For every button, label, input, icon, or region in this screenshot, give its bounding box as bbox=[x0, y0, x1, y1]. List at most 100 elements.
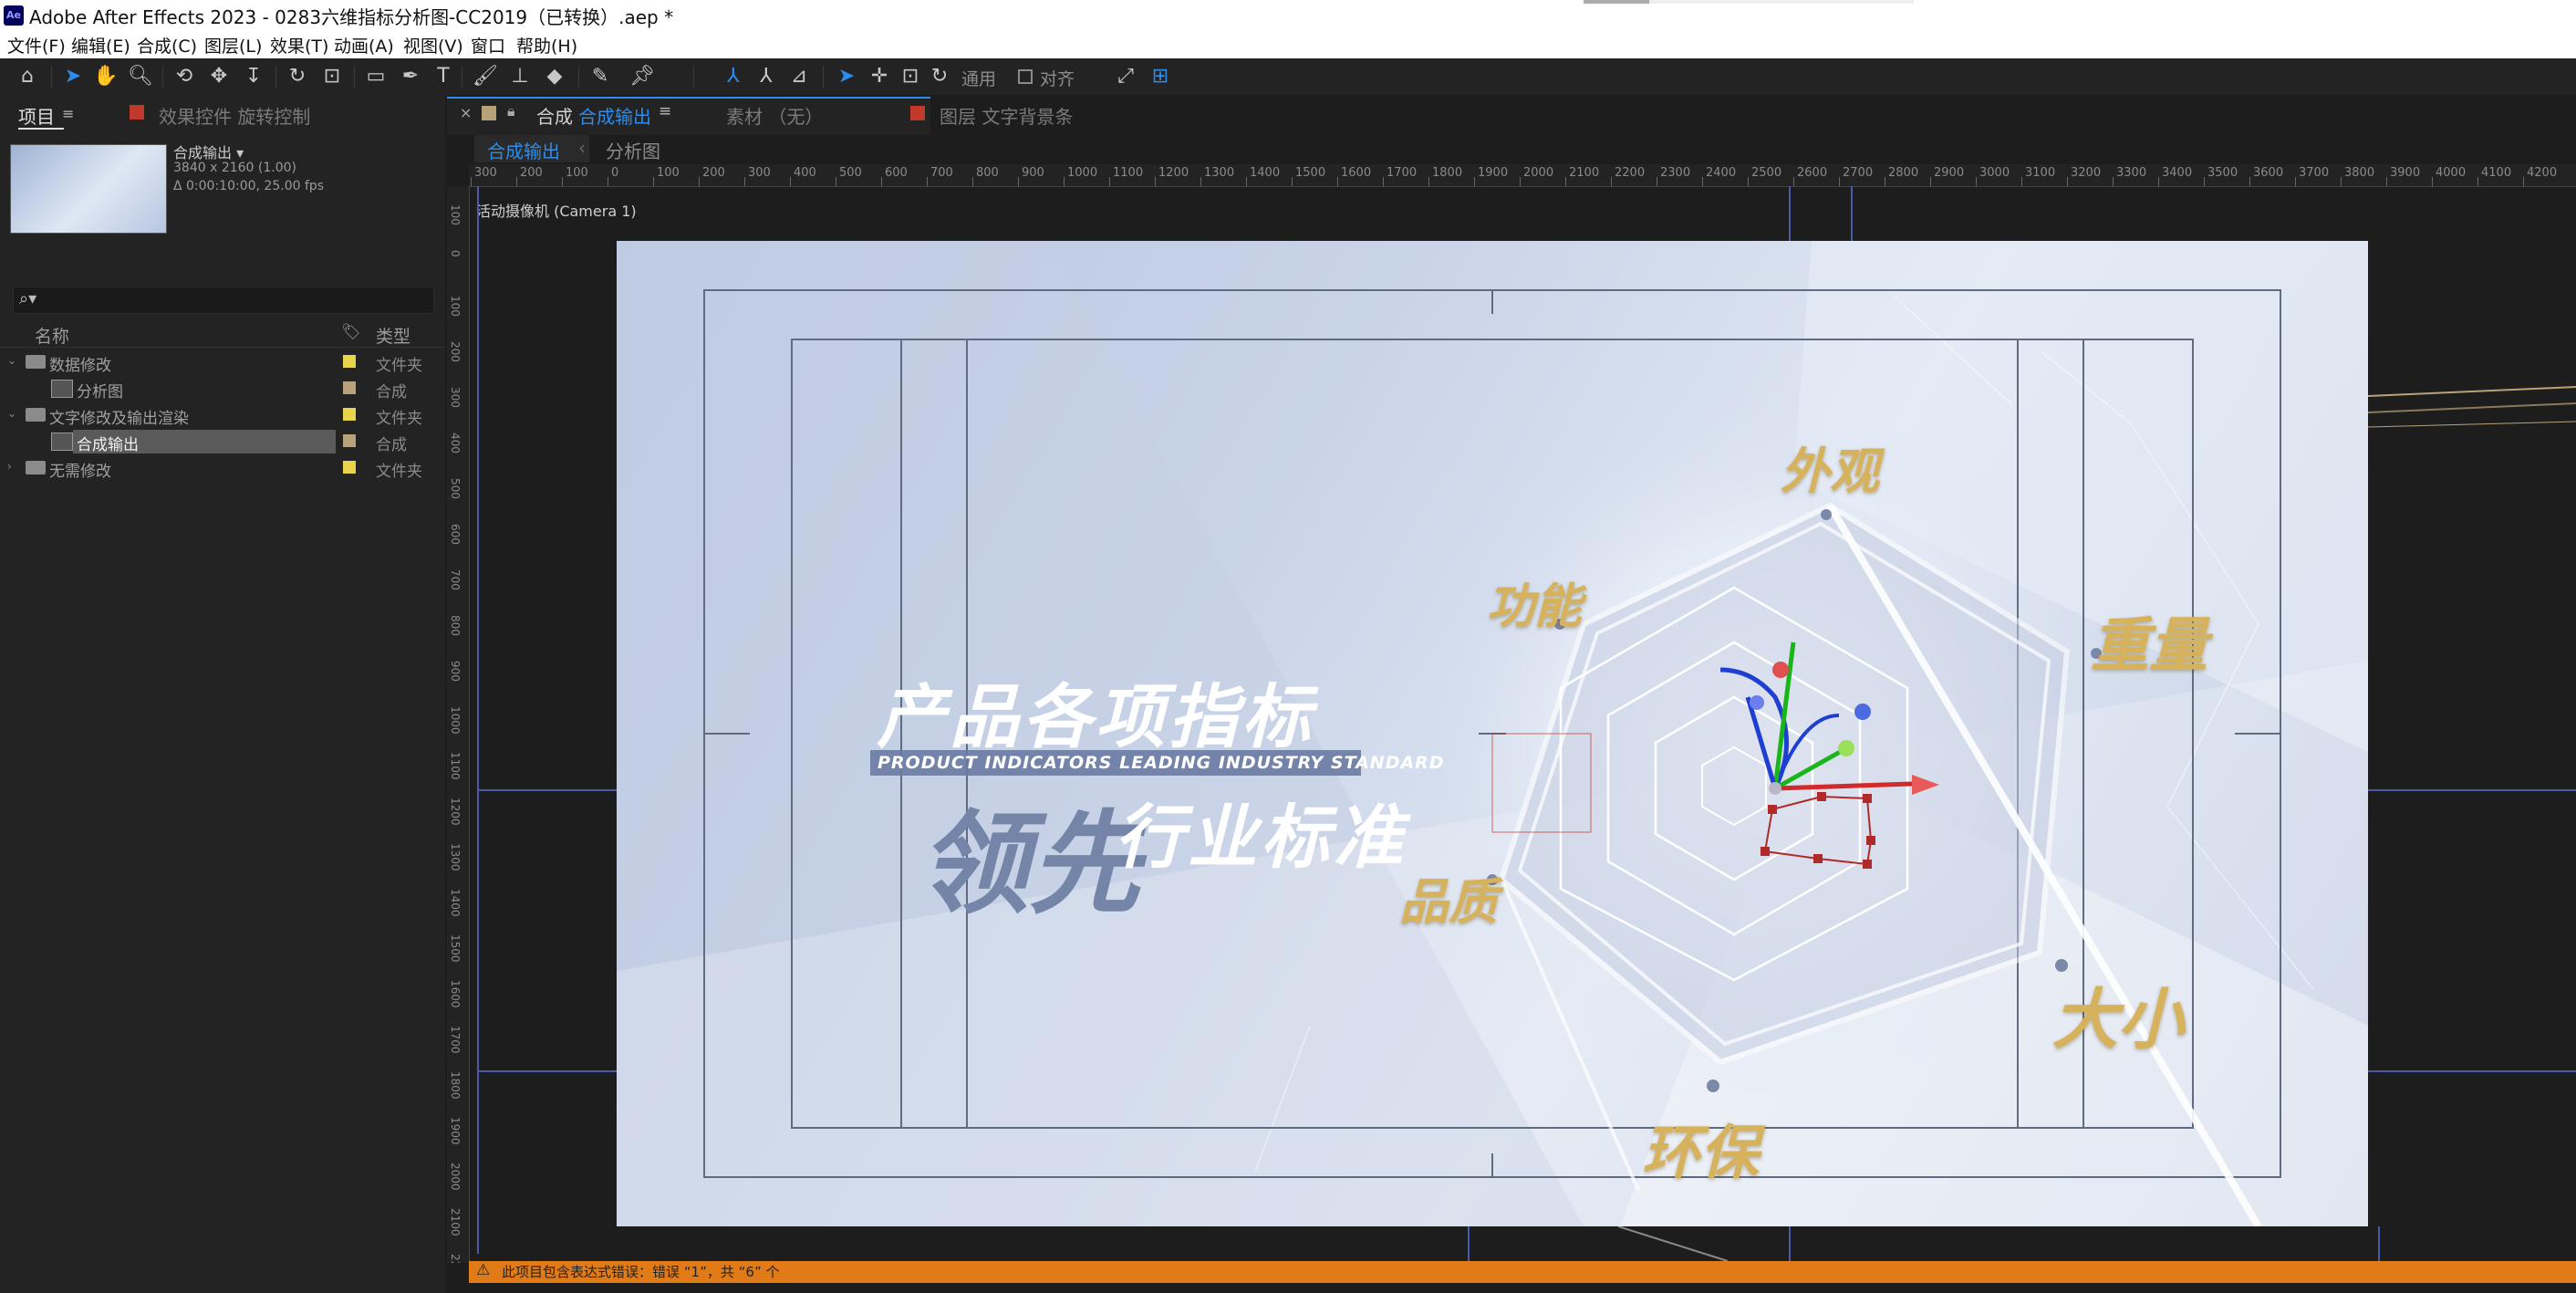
roto-brush-icon[interactable]: ✎ bbox=[587, 64, 613, 89]
expand-chevron-icon[interactable]: ⌄ bbox=[7, 354, 16, 367]
list-item[interactable]: 分析图 合成 bbox=[0, 377, 427, 401]
list-item-selected[interactable]: 合成输出 合成 bbox=[0, 430, 427, 454]
menu-composition[interactable]: 合成(C) bbox=[137, 33, 197, 57]
menu-edit[interactable]: 编辑(E) bbox=[71, 33, 130, 57]
brush-tool-icon[interactable]: 🖌︎ bbox=[473, 64, 498, 89]
expand-chevron-icon[interactable]: ⌄ bbox=[7, 407, 16, 420]
pan-camera-icon[interactable]: ✥ bbox=[206, 64, 232, 89]
list-item[interactable]: › 无需修改 文件夹 bbox=[0, 456, 427, 481]
expand-chevron-icon[interactable]: › bbox=[7, 460, 12, 473]
hand-tool-icon[interactable]: ✋ bbox=[93, 64, 119, 89]
ruler-tick-label: 200 bbox=[520, 166, 543, 180]
project-search-input[interactable]: ⌕▾ bbox=[13, 287, 434, 314]
list-item[interactable]: ⌄ 数据修改 文件夹 bbox=[0, 350, 427, 375]
world-axis-icon[interactable]: ⅄ bbox=[753, 64, 779, 89]
column-type-header[interactable]: 类型 bbox=[376, 323, 410, 348]
ruler-tick-label: 3300 bbox=[2116, 166, 2147, 180]
snap-target-icon[interactable]: ⊞ bbox=[1148, 64, 1173, 89]
snap-options-icon[interactable]: ⤢ bbox=[1113, 64, 1138, 89]
close-tab-icon[interactable]: × bbox=[460, 104, 472, 121]
move-tool-icon[interactable]: ✛ bbox=[867, 64, 892, 89]
label-tag-icon[interactable]: 🏷︎ bbox=[341, 323, 361, 341]
tab-footage[interactable]: 素材 （无） bbox=[726, 102, 823, 129]
selection-tool-icon[interactable]: ➤ bbox=[60, 64, 86, 89]
column-name-header[interactable]: 名称 bbox=[35, 323, 69, 348]
label-function: 功能 bbox=[1487, 579, 1583, 634]
type-tool-icon[interactable]: T bbox=[431, 64, 456, 89]
ruler-tick-label: 2200 bbox=[449, 1254, 462, 1263]
view-axis-icon[interactable]: ⊿ bbox=[786, 64, 812, 89]
lock-icon[interactable]: 🔒︎ bbox=[507, 102, 515, 120]
header-divider bbox=[0, 347, 445, 348]
ruler-tick-label: 2100 bbox=[1569, 166, 1600, 180]
snap-checkbox[interactable] bbox=[1018, 69, 1033, 84]
panel-menu-icon[interactable]: ≡ bbox=[62, 105, 74, 122]
breadcrumb-analysis[interactable]: 分析图 bbox=[606, 137, 660, 163]
selected-item-name: 合成输出 ▾ bbox=[173, 144, 244, 162]
list-item[interactable]: ⌄ 文字修改及输出渲染 文件夹 bbox=[0, 403, 427, 428]
clone-stamp-icon[interactable]: ⊥ bbox=[507, 64, 533, 89]
tab-project[interactable]: 项目 bbox=[18, 102, 55, 129]
ruler-tick-label: 2800 bbox=[1888, 166, 1919, 180]
ruler-tick-label: 1400 bbox=[449, 889, 462, 917]
dropdown-arrow-icon[interactable]: ▾ bbox=[236, 144, 244, 162]
ruler-tick bbox=[2386, 177, 2387, 186]
home-icon[interactable]: ⌂ bbox=[15, 64, 40, 89]
tab-effects[interactable]: 效果控件 旋转控制 bbox=[159, 102, 310, 129]
ruler-tick bbox=[699, 177, 700, 186]
selection-tool-3d-icon[interactable]: ➤ bbox=[834, 64, 859, 89]
ruler-tick bbox=[1246, 177, 1247, 186]
local-axis-icon[interactable]: ⅄ bbox=[721, 64, 746, 89]
status-message: 此项目包含表达式错误：错误 “1”，共 “6” 个 bbox=[502, 1264, 780, 1280]
ruler-tick-label: 0 bbox=[449, 250, 462, 257]
ruler-tick-label: 100 bbox=[449, 296, 462, 317]
ruler-tick bbox=[2067, 177, 2068, 186]
menu-help[interactable]: 帮助(H) bbox=[516, 33, 577, 57]
ruler-tick-label: 100 bbox=[449, 204, 462, 225]
menu-file[interactable]: 文件(F) bbox=[7, 33, 66, 57]
label-color[interactable] bbox=[343, 434, 356, 447]
ruler-tick bbox=[1520, 177, 1521, 186]
breadcrumb-active[interactable]: 合成输出 bbox=[487, 137, 560, 163]
ruler-tick-label: 1500 bbox=[449, 934, 462, 963]
puppet-pin-icon[interactable]: 📌︎ bbox=[629, 64, 655, 89]
pan-behind-icon[interactable]: ⊡ bbox=[319, 64, 345, 89]
ruler-tick-label: 700 bbox=[449, 569, 462, 590]
menu-view[interactable]: 视图(V) bbox=[403, 33, 463, 57]
error-status-bar[interactable]: ⚠ 此项目包含表达式错误：错误 “1”，共 “6” 个 bbox=[469, 1261, 2576, 1283]
zoom-tool-icon[interactable]: 🔍︎ bbox=[128, 64, 153, 89]
item-name: 分析图 bbox=[77, 383, 123, 401]
menu-effect[interactable]: 效果(T) bbox=[270, 33, 328, 57]
item-name: 无需修改 bbox=[49, 463, 111, 481]
ruler-tick-label: 1900 bbox=[449, 1117, 462, 1145]
ruler-tick-label: 2400 bbox=[1706, 166, 1737, 180]
orbit-camera-icon[interactable]: ⟲ bbox=[171, 64, 197, 89]
dolly-camera-icon[interactable]: ↧ bbox=[241, 64, 266, 89]
tab-layer[interactable]: 图层 文字背景条 bbox=[940, 102, 1073, 129]
rotate-3d-icon[interactable]: ↻ bbox=[927, 64, 952, 89]
ruler-tick bbox=[1565, 177, 1566, 186]
composition-viewer[interactable]: 产品各项指标 PRODUCT INDICATORS LEADING INDUST… bbox=[617, 241, 2368, 1226]
label-color[interactable] bbox=[343, 355, 356, 368]
scale-tool-icon[interactable]: ⊡ bbox=[898, 64, 923, 89]
panel-menu-icon[interactable]: ≡ bbox=[659, 102, 671, 120]
rotate-tool-icon[interactable]: ↻ bbox=[285, 64, 310, 89]
label-color[interactable] bbox=[343, 461, 356, 474]
warning-icon: ⚠ bbox=[476, 1261, 491, 1279]
label-color[interactable] bbox=[343, 381, 356, 394]
ruler-tick-label: 300 bbox=[449, 387, 462, 408]
menu-window[interactable]: 窗口 bbox=[471, 33, 505, 57]
eraser-icon[interactable]: ◆ bbox=[542, 64, 567, 89]
menu-layer[interactable]: 图层(L) bbox=[204, 33, 262, 57]
ruler-tick-label: 2900 bbox=[1934, 166, 1965, 180]
label-color[interactable] bbox=[343, 408, 356, 421]
toolbar: ⌂ ➤ ✋ 🔍︎ ⟲ ✥ ↧ ↻ ⊡ ▭ ✒ T 🖌︎ ⊥ ◆ ✎ 📌︎ ⅄ ⅄… bbox=[0, 58, 2576, 95]
label-appearance: 外观 bbox=[1781, 443, 1879, 500]
rectangle-tool-icon[interactable]: ▭ bbox=[363, 64, 389, 89]
breadcrumb-separator-icon: ‹ bbox=[578, 137, 586, 159]
app-logo: Ae bbox=[4, 5, 24, 26]
tab-composition[interactable]: 合成输出 bbox=[578, 102, 651, 129]
pen-tool-icon[interactable]: ✒ bbox=[398, 64, 423, 89]
ruler-tick bbox=[2113, 177, 2114, 186]
menu-animation[interactable]: 动画(A) bbox=[334, 33, 394, 57]
